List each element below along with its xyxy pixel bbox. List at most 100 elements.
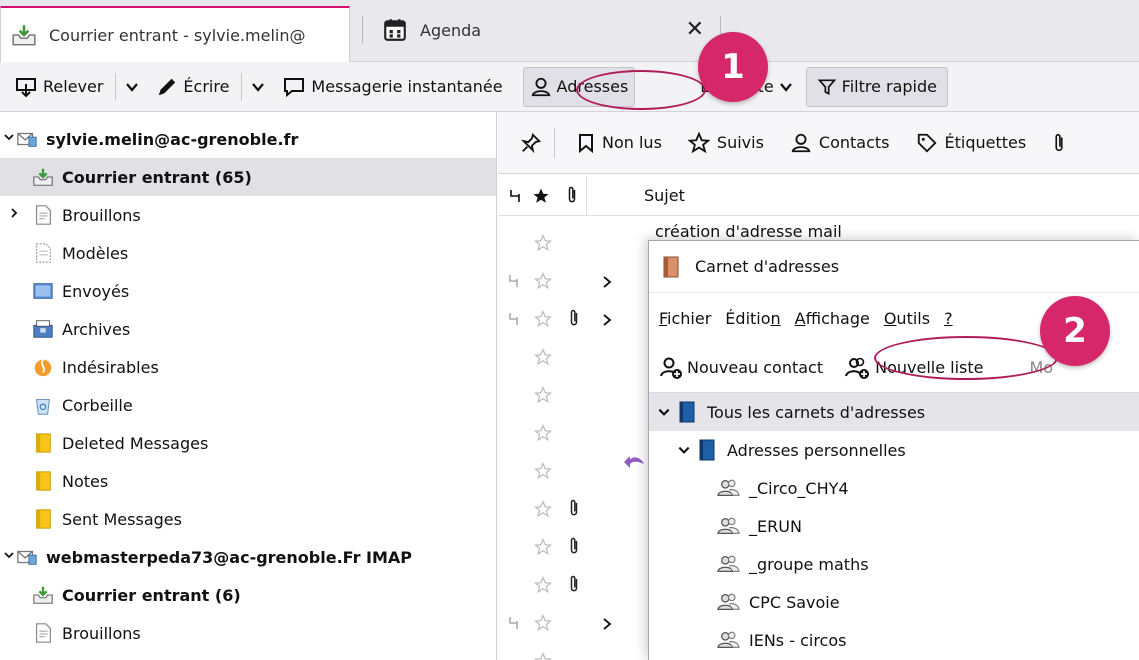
message-row[interactable]: [498, 376, 648, 414]
get-mail-button[interactable]: Relever: [8, 67, 109, 107]
folder-item[interactable]: Sent Messages: [0, 500, 496, 538]
folder-item[interactable]: Archives: [0, 310, 496, 348]
message-row[interactable]: [498, 300, 648, 338]
write-dropdown[interactable]: [248, 67, 268, 107]
paperclip-icon[interactable]: [566, 185, 578, 205]
tag-icon: [917, 133, 937, 153]
sent-icon: [33, 283, 53, 299]
attachment-filter-button[interactable]: [1052, 132, 1066, 154]
star-icon[interactable]: [534, 348, 552, 366]
filter-icon: [817, 79, 836, 95]
quick-filter-button[interactable]: Filtre rapide: [805, 66, 948, 107]
folder-item[interactable]: sylvie.melin@ac-grenoble.fr: [0, 120, 496, 158]
unread-filter-button[interactable]: Non lus: [577, 133, 662, 153]
inbox-icon: [33, 168, 53, 186]
folder-item[interactable]: Brouillons: [0, 614, 496, 652]
message-row[interactable]: [498, 224, 648, 262]
folder-item[interactable]: Courrier entrant (6): [0, 576, 496, 614]
folder-item[interactable]: Courrier entrant (65): [0, 158, 496, 196]
chevron-down-icon[interactable]: [3, 549, 15, 561]
address-book-titlebar: Carnet d'adresses: [649, 241, 1139, 293]
write-button[interactable]: Écrire: [150, 67, 235, 107]
folder-item[interactable]: webmasterpeda73@ac-grenoble.Fr IMAP: [0, 538, 496, 576]
chevron-down-icon[interactable]: [3, 131, 15, 143]
star-icon[interactable]: [534, 272, 552, 290]
star-icon[interactable]: [534, 576, 552, 594]
step-badge: 2: [1040, 296, 1110, 366]
message-row[interactable]: [498, 490, 648, 528]
thread-subject[interactable]: création d'adresse mail: [655, 222, 895, 238]
sticky-filter-button[interactable]: [520, 132, 542, 154]
message-row[interactable]: [498, 414, 648, 452]
menu-help[interactable]: ?: [944, 309, 953, 328]
folder-item[interactable]: Modèles: [0, 234, 496, 272]
message-row[interactable]: [498, 566, 648, 604]
address-book-tree-item[interactable]: _ERUN: [649, 507, 1139, 545]
star-icon[interactable]: [532, 187, 550, 205]
folder-item[interactable]: Envoyés: [0, 272, 496, 310]
address-book-tree-item[interactable]: _groupe maths: [649, 545, 1139, 583]
address-book-tree-item[interactable]: Adresses personnelles: [649, 431, 1139, 469]
bookmark-icon: [579, 133, 593, 153]
message-row[interactable]: [498, 642, 648, 660]
unread-filter-label: Non lus: [602, 133, 662, 152]
chevron-right-icon[interactable]: [8, 207, 20, 219]
contacts-icon: [791, 133, 811, 152]
menu-view[interactable]: Affichage: [795, 309, 870, 328]
folder-label: sylvie.melin@ac-grenoble.fr: [46, 129, 299, 149]
chevron-right-icon[interactable]: [602, 618, 612, 630]
subject-column-header[interactable]: Sujet: [644, 186, 685, 205]
star-icon[interactable]: [534, 424, 552, 442]
address-book-tree-item[interactable]: _Circo_CHY4: [649, 469, 1139, 507]
contacts-filter-button[interactable]: Contacts: [790, 132, 890, 154]
star-icon[interactable]: [534, 234, 552, 252]
folder-item[interactable]: Indésirables: [0, 348, 496, 386]
chevron-right-icon[interactable]: [602, 276, 612, 288]
address-book-tree-label: Tous les carnets d'adresses: [707, 402, 926, 422]
chat-button[interactable]: Messagerie instantanée: [276, 67, 508, 107]
divider: [115, 72, 117, 101]
star-icon[interactable]: [534, 500, 552, 518]
tags-filter-button[interactable]: Étiquettes: [916, 132, 1027, 154]
add-list-icon: [845, 357, 870, 379]
menu-tools[interactable]: Outils: [884, 309, 930, 328]
starred-filter-button[interactable]: Suivis: [687, 131, 764, 154]
address-book-tree-item[interactable]: CPC Savoie: [649, 583, 1139, 621]
message-row[interactable]: [498, 338, 648, 376]
account-icon: [17, 550, 37, 565]
mailing-list-icon: [717, 479, 740, 496]
star-icon[interactable]: [534, 310, 552, 328]
address-book-tree-item[interactable]: Tous les carnets d'adresses: [649, 393, 1139, 431]
get-mail-dropdown[interactable]: [122, 67, 142, 107]
new-contact-button[interactable]: Nouveau contact: [659, 356, 823, 380]
close-icon[interactable]: ✕: [686, 17, 704, 42]
menu-edit[interactable]: Édition: [725, 309, 780, 328]
folder-item[interactable]: Brouillons: [0, 196, 496, 234]
tab-agenda[interactable]: Agenda ✕: [372, 4, 718, 56]
folder-icon: [36, 509, 51, 529]
message-row[interactable]: [498, 604, 648, 642]
star-icon[interactable]: [534, 614, 552, 632]
address-book-icon: [679, 401, 695, 423]
tags-filter-label: Étiquettes: [944, 133, 1027, 152]
star-icon[interactable]: [534, 538, 552, 556]
message-row[interactable]: [498, 262, 648, 300]
thread-icon[interactable]: [508, 188, 522, 204]
star-icon[interactable]: [534, 462, 552, 480]
chevron-down-icon: [126, 82, 139, 92]
folder-label: Brouillons: [62, 623, 141, 643]
menu-file[interactable]: Fichier: [659, 309, 711, 328]
chevron-right-icon[interactable]: [602, 314, 612, 326]
chevron-down-icon[interactable]: [677, 443, 691, 457]
address-book-tree-label: _ERUN: [749, 516, 802, 536]
folder-item[interactable]: Notes: [0, 462, 496, 500]
tab-inbox[interactable]: Courrier entrant - sylvie.melin@: [0, 6, 350, 62]
star-icon[interactable]: [534, 652, 552, 660]
chevron-down-icon[interactable]: [657, 405, 671, 419]
address-book-tree-item[interactable]: IENs - circos: [649, 621, 1139, 659]
message-row[interactable]: [498, 528, 648, 566]
folder-label: Deleted Messages: [62, 433, 209, 453]
folder-item[interactable]: Deleted Messages: [0, 424, 496, 462]
star-icon[interactable]: [534, 386, 552, 404]
folder-item[interactable]: Corbeille: [0, 386, 496, 424]
